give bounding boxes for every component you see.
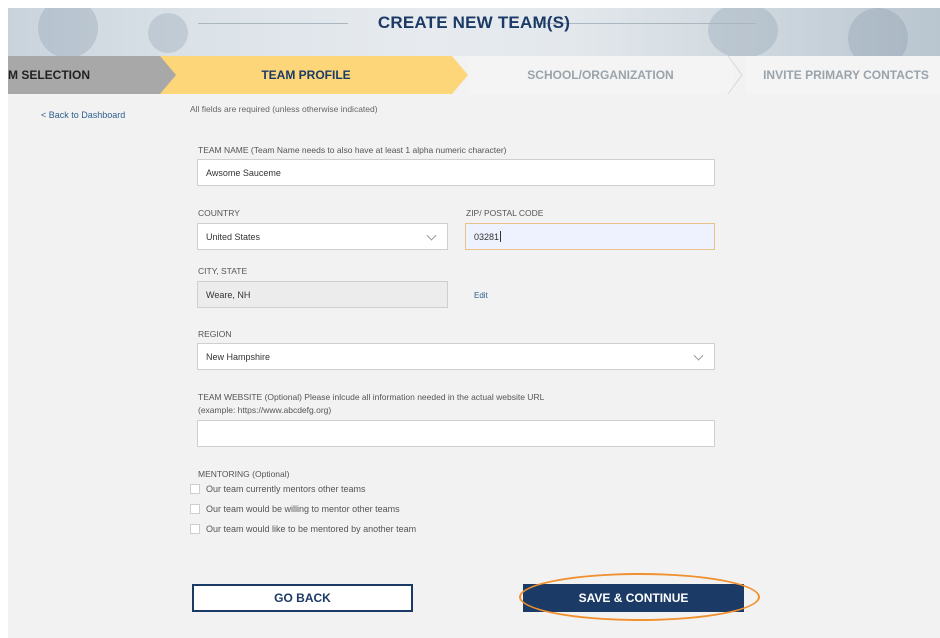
website-input[interactable] [197,420,715,447]
step-arrow [160,56,176,94]
city-state-field: Weare, NH [197,281,448,308]
text-cursor [500,231,502,242]
checkbox-label: Our team would be willing to mentor othe… [206,504,400,514]
step-progress-bar: M SELECTION TEAM PROFILE SCHOOL/ORGANIZA… [8,56,940,94]
step-invite-primary-contacts[interactable]: INVITE PRIMARY CONTACTS [746,56,940,94]
mentoring-option-like-to-be-mentored[interactable]: Our team would like to be mentored by an… [190,524,416,534]
edit-city-state-link[interactable]: Edit [474,291,488,300]
highlight-annotation [519,573,760,621]
step-team-profile[interactable]: TEAM PROFILE [160,56,452,94]
team-name-value: Awsome Sauceme [206,167,281,178]
website-example: (example: https://www.abcdefg.org) [198,405,332,415]
zip-input[interactable]: 03281 [465,223,715,250]
step-separator-icon [727,56,743,94]
country-value: United States [206,231,261,242]
city-state-value: Weare, NH [206,289,251,300]
country-label: COUNTRY [198,208,240,218]
team-name-input[interactable]: Awsome Sauceme [197,159,715,186]
checkbox[interactable] [190,524,200,534]
mentoring-option-willing-to-mentor[interactable]: Our team would be willing to mentor othe… [190,504,400,514]
checkbox-label: Our team would like to be mentored by an… [206,524,417,534]
team-name-label: TEAM NAME (Team Name needs to also have … [198,145,507,155]
region-label: REGION [198,329,232,339]
region-select[interactable]: New Hampshire [197,343,715,370]
zip-label: ZIP/ POSTAL CODE [466,208,544,218]
header-banner: CREATE NEW TEAM(S) [8,8,940,56]
page-title: CREATE NEW TEAM(S) [377,13,571,32]
country-select[interactable]: United States [197,223,448,250]
chevron-down-icon [693,350,704,361]
step-arrow [452,56,468,94]
step-school-organization[interactable]: SCHOOL/ORGANIZATION [468,56,733,94]
mentoring-label: MENTORING (Optional) [198,469,290,479]
mentoring-option-currently-mentors[interactable]: Our team currently mentors other teams [190,484,366,494]
zip-value: 03281 [474,231,500,242]
go-back-button[interactable]: GO BACK [192,584,413,612]
website-label: TEAM WEBSITE (Optional) Please inlcude a… [198,392,545,402]
required-fields-note: All fields are required (unless otherwis… [190,104,378,114]
back-to-dashboard-link[interactable]: < Back to Dashboard [41,110,125,120]
checkbox-label: Our team currently mentors other teams [206,484,366,494]
checkbox[interactable] [190,504,200,514]
checkbox[interactable] [190,484,200,494]
page-frame: CREATE NEW TEAM(S) M SELECTION TEAM PROF… [8,8,940,638]
chevron-down-icon [426,230,437,241]
region-value: New Hampshire [206,351,271,362]
city-state-label: CITY, STATE [198,266,248,276]
step-team-selection[interactable]: M SELECTION [8,56,182,94]
